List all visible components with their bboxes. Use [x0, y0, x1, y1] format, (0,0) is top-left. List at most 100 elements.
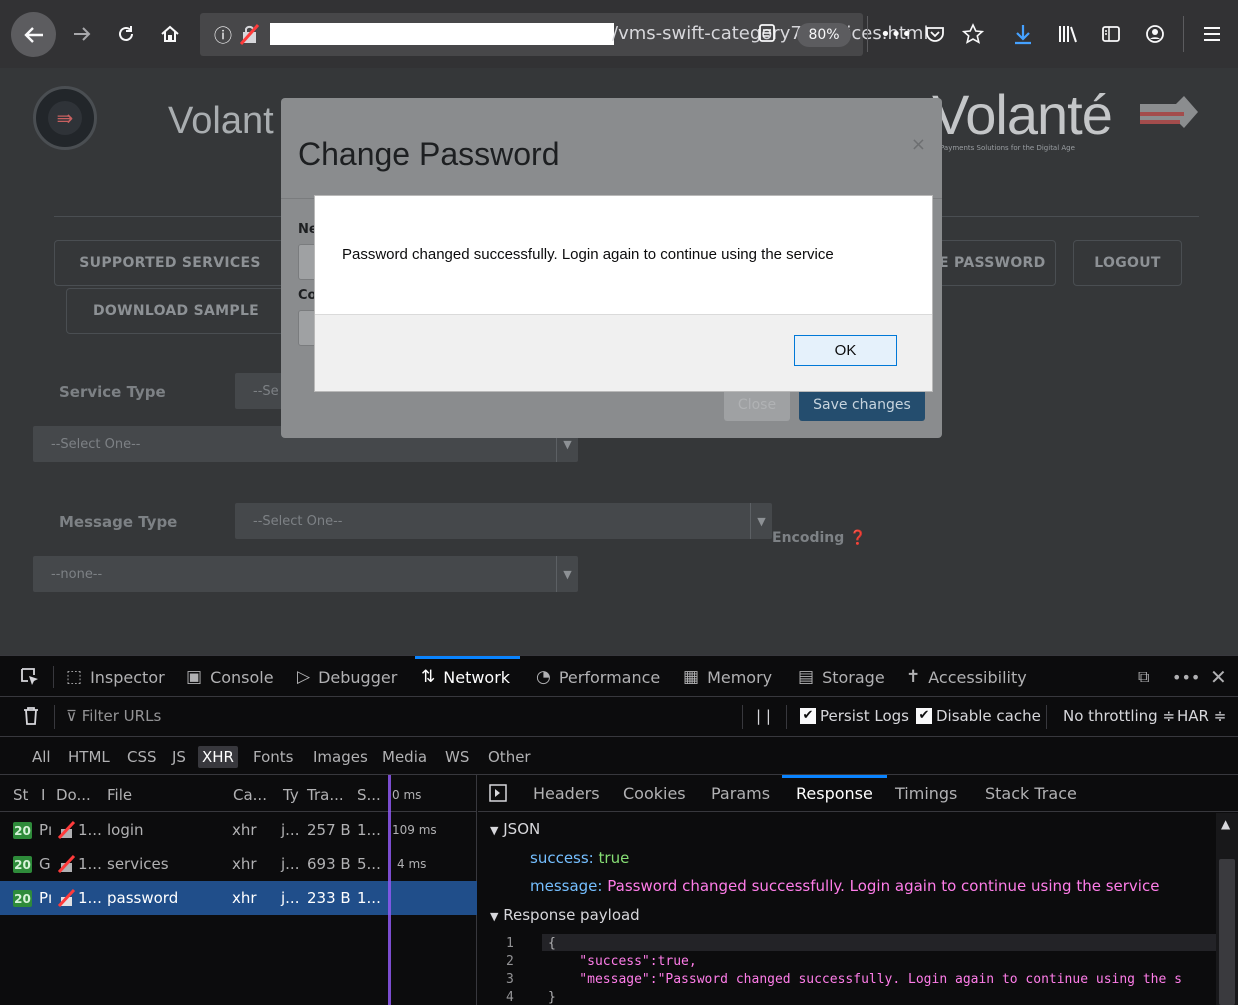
har-menu-button[interactable]: HAR ≑: [1177, 707, 1226, 725]
table-row-selected[interactable]: 20 Pı 1... password xhr j... 233 B 1...: [0, 881, 477, 915]
filter-html[interactable]: HTML: [64, 746, 114, 768]
menu-hamburger-icon[interactable]: [1199, 20, 1225, 48]
response-scrollbar[interactable]: ▲: [1216, 813, 1238, 1005]
filter-media[interactable]: Media: [378, 746, 431, 768]
inspector-icon: ⬚: [66, 667, 83, 687]
tab-stack-trace[interactable]: Stack Trace: [985, 784, 1077, 803]
status-badge: 20: [13, 822, 32, 839]
downloads-icon[interactable]: [1010, 20, 1036, 48]
tab-label: Memory: [707, 667, 773, 687]
chevron-down-icon: ▼: [750, 503, 772, 539]
type-cell: j...: [281, 889, 300, 907]
download-sample-button[interactable]: DOWNLOAD SAMPLE: [66, 288, 286, 334]
table-row[interactable]: 20 Pı 1... login xhr j... 257 B 1... 109…: [0, 813, 477, 847]
tab-storage[interactable]: ▤ Storage: [798, 656, 885, 698]
sidebar-icon[interactable]: [1098, 20, 1124, 48]
col-file[interactable]: File: [107, 786, 132, 804]
supported-services-button[interactable]: SUPPORTED SERVICES: [54, 240, 286, 286]
filter-images[interactable]: Images: [309, 746, 372, 768]
col-waterfall[interactable]: 0 ms: [392, 788, 421, 802]
reload-icon: [119, 26, 133, 41]
tab-timings[interactable]: Timings: [895, 784, 957, 803]
tab-memory[interactable]: ▦ Memory: [683, 656, 772, 698]
insecure-lock-icon: [57, 854, 76, 877]
tab-label: Accessibility: [928, 667, 1027, 687]
filter-ws[interactable]: WS: [441, 746, 473, 768]
address-bar[interactable]: ⓘ /vms-swift-category7/services.html 80%: [200, 13, 928, 56]
json-section-header[interactable]: ▼ JSON: [490, 820, 540, 838]
account-icon[interactable]: [1142, 20, 1168, 48]
logout-button[interactable]: LOGOUT: [1073, 240, 1182, 286]
toolbar-divider: [786, 705, 787, 729]
tab-response[interactable]: Response: [782, 775, 887, 803]
code-line: "message":"Password changed successfully…: [548, 972, 1182, 987]
insecure-lock-icon[interactable]: [240, 23, 260, 45]
scroll-up-icon[interactable]: ▲: [1221, 817, 1230, 831]
panel-toggle-icon[interactable]: [489, 784, 507, 806]
col-method[interactable]: I: [41, 786, 45, 804]
pocket-icon[interactable]: [922, 20, 948, 48]
filter-js[interactable]: JS: [168, 746, 190, 768]
reload-button[interactable]: [112, 20, 140, 48]
home-button[interactable]: [156, 20, 184, 48]
filter-all[interactable]: All: [28, 746, 55, 768]
col-size[interactable]: S...: [357, 786, 381, 804]
tab-inspector[interactable]: ⬚ Inspector: [66, 656, 165, 698]
domain-cell: 1...: [78, 889, 102, 907]
page-actions-icon[interactable]: •••: [880, 20, 912, 48]
devtools-close-icon[interactable]: ✕: [1210, 656, 1227, 698]
payload-section-header[interactable]: ▼ Response payload: [490, 906, 640, 924]
brand-name-right: Volanté: [932, 83, 1113, 146]
home-icon: [161, 25, 179, 42]
filter-urls-input[interactable]: ⊽ Filter URLs: [66, 707, 161, 725]
zoom-level-button[interactable]: 80%: [797, 23, 851, 47]
col-type[interactable]: Ty: [283, 786, 299, 804]
forward-button[interactable]: [68, 20, 96, 48]
tab-performance[interactable]: ◔ Performance: [536, 656, 660, 698]
help-icon[interactable]: ❓: [849, 530, 866, 546]
col-cause[interactable]: Ca...: [233, 786, 267, 804]
library-icon[interactable]: [1054, 20, 1082, 48]
change-password-button[interactable]: E PASSWORD: [932, 240, 1056, 286]
devtools-more-icon[interactable]: •••: [1172, 656, 1200, 698]
clear-trash-icon[interactable]: [22, 706, 40, 730]
pick-element-button[interactable]: [20, 656, 40, 698]
bookmark-star-icon[interactable]: [960, 20, 986, 48]
dock-options-icon[interactable]: ⧉: [1138, 656, 1149, 698]
site-info-icon[interactable]: ⓘ: [214, 22, 232, 48]
save-changes-button[interactable]: Save changes: [799, 389, 925, 421]
throttling-select[interactable]: No throttling ≑: [1063, 707, 1175, 725]
col-transferred[interactable]: Tra...: [307, 786, 344, 804]
tab-cookies[interactable]: Cookies: [623, 784, 686, 803]
service-type-select[interactable]: --Se: [235, 373, 285, 409]
col-domain[interactable]: Do...: [56, 786, 91, 804]
filter-xhr[interactable]: XHR: [198, 746, 238, 768]
waterfall-marker: [388, 775, 391, 1005]
scrollbar-thumb[interactable]: [1219, 859, 1235, 1005]
pause-button[interactable]: | |: [756, 707, 771, 725]
persist-logs-checkbox[interactable]: ✔ Persist Logs: [800, 707, 909, 725]
code-line: "success":true,: [548, 954, 697, 969]
url-host-redacted: [270, 23, 614, 45]
back-button[interactable]: [11, 12, 56, 57]
modal-close-button[interactable]: Close: [724, 389, 790, 421]
filter-funnel-icon: ⊽: [66, 707, 77, 725]
encoding-select[interactable]: --none-- ▼: [33, 556, 578, 592]
modal-close-icon[interactable]: ×: [911, 134, 926, 155]
col-status[interactable]: St: [13, 786, 28, 804]
tab-console[interactable]: ▣ Console: [186, 656, 274, 698]
tab-debugger[interactable]: ▷ Debugger: [297, 656, 397, 698]
message-type-select[interactable]: --Select One-- ▼: [235, 503, 772, 539]
table-row[interactable]: 20 G 1... services xhr j... 693 B 5... 4…: [0, 847, 477, 881]
filter-css[interactable]: CSS: [123, 746, 161, 768]
performance-gauge-icon: ◔: [536, 667, 551, 687]
disable-cache-checkbox[interactable]: ✔ Disable cache: [916, 707, 1041, 725]
tab-network[interactable]: ⇅ Network: [414, 656, 521, 698]
filter-other[interactable]: Other: [484, 746, 535, 768]
filter-fonts[interactable]: Fonts: [249, 746, 297, 768]
tab-params[interactable]: Params: [711, 784, 770, 803]
ok-button[interactable]: OK: [794, 335, 897, 366]
reader-view-icon[interactable]: [758, 23, 776, 48]
tab-headers[interactable]: Headers: [533, 784, 600, 803]
tab-accessibility[interactable]: ✝ Accessibility: [906, 656, 1027, 698]
